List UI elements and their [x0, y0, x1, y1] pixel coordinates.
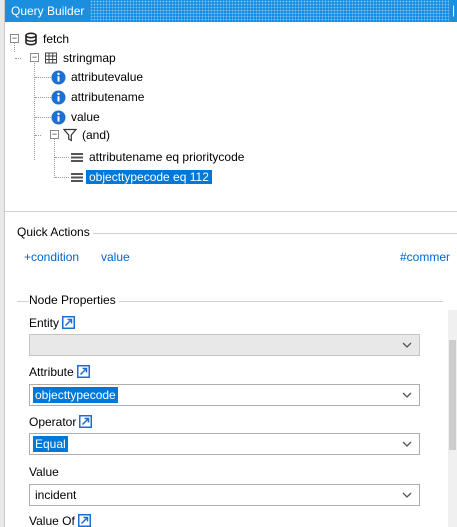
- table-icon: [45, 52, 57, 64]
- tree-line: [35, 117, 51, 118]
- pin-icon[interactable]: ❘: [449, 0, 457, 22]
- tree-line: [34, 58, 35, 160]
- condition-icon: [71, 173, 83, 182]
- tree-line: [35, 135, 41, 136]
- external-link-icon[interactable]: [62, 316, 76, 329]
- external-link-icon[interactable]: [79, 415, 93, 428]
- filter-icon: [63, 128, 77, 142]
- external-link-icon[interactable]: [76, 365, 90, 378]
- quick-actions-header: Quick Actions: [17, 225, 93, 239]
- attribute-info-icon: [51, 70, 66, 85]
- chevron-down-icon: [402, 392, 412, 398]
- chevron-down-icon: [402, 342, 412, 348]
- add-comment-link[interactable]: #commer: [400, 250, 450, 264]
- entity-combobox[interactable]: [29, 334, 420, 356]
- tree-toggle-stringmap[interactable]: −: [30, 53, 39, 62]
- tree-node-value[interactable]: value: [68, 108, 103, 126]
- tree-line: [15, 58, 21, 59]
- external-link-icon[interactable]: [77, 514, 91, 527]
- fetch-tree: − fetch − stringmap attributevalue attri…: [5, 22, 457, 212]
- tree-node-and[interactable]: (and): [79, 126, 113, 144]
- tree-node-condition-prioritycode[interactable]: attributename eq prioritycode: [86, 148, 247, 166]
- operator-label: Operator: [29, 415, 93, 429]
- scrollbar-thumb[interactable]: [449, 340, 456, 450]
- tree-node-fetch[interactable]: fetch: [40, 30, 72, 48]
- tree-node-attributename[interactable]: attributename: [68, 88, 147, 106]
- properties-scrollbar[interactable]: [448, 310, 457, 527]
- node-properties-header: Node Properties: [29, 293, 119, 307]
- add-condition-link[interactable]: +condition: [24, 250, 79, 264]
- tree-node-attributevalue[interactable]: attributevalue: [68, 68, 146, 86]
- tree-toggle-and[interactable]: −: [50, 130, 59, 139]
- value-combobox[interactable]: incident: [29, 484, 420, 506]
- tree-line: [35, 77, 51, 78]
- chevron-down-icon: [402, 492, 412, 498]
- database-icon: [25, 32, 37, 46]
- panel-title: Query Builder: [5, 0, 91, 22]
- tree-node-stringmap[interactable]: stringmap: [60, 49, 119, 67]
- entity-label: Entity: [29, 316, 76, 330]
- attribute-combobox[interactable]: objecttypecode: [29, 384, 420, 406]
- operator-combobox[interactable]: Equal: [29, 433, 420, 455]
- chevron-down-icon: [402, 441, 412, 447]
- tree-line: [55, 157, 69, 158]
- tree-node-condition-objecttypecode[interactable]: objecttypecode eq 112: [86, 168, 212, 186]
- attribute-info-icon: [51, 110, 66, 125]
- query-builder-panel: Query Builder ❘ − fetch − stringmap attr…: [5, 0, 457, 527]
- condition-icon: [71, 153, 83, 162]
- panel-titlebar[interactable]: Query Builder ❘: [5, 0, 457, 22]
- add-value-link[interactable]: value: [101, 250, 130, 264]
- tree-line: [55, 177, 69, 178]
- attribute-label: Attribute: [29, 365, 90, 379]
- tree-line: [35, 97, 51, 98]
- tree-toggle-fetch[interactable]: −: [10, 34, 19, 43]
- value-label: Value: [29, 465, 59, 479]
- attribute-info-icon: [51, 90, 66, 105]
- value-of-label: Value Of: [29, 514, 91, 527]
